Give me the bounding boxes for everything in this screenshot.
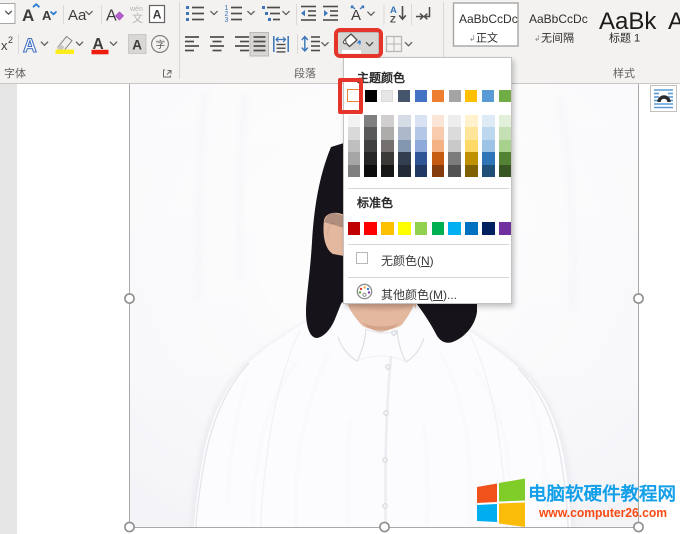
svg-text:A: A xyxy=(22,6,34,25)
svg-text:A: A xyxy=(132,38,142,53)
svg-text:A: A xyxy=(42,8,52,23)
svg-text:A: A xyxy=(668,8,680,35)
svg-text:字: 字 xyxy=(156,39,166,51)
svg-text:wén: wén xyxy=(129,6,143,13)
svg-text:2: 2 xyxy=(8,35,13,45)
svg-text:A: A xyxy=(23,36,37,57)
svg-text:样式: 样式 xyxy=(613,66,635,80)
svg-text:标题 1: 标题 1 xyxy=(609,31,640,45)
svg-text:AaBbCcDc: AaBbCcDc xyxy=(459,12,518,26)
svg-text:文: 文 xyxy=(132,11,143,25)
svg-text:3: 3 xyxy=(225,17,229,24)
svg-text:A: A xyxy=(351,7,361,24)
svg-text:无间隔: 无间隔 xyxy=(541,32,574,45)
svg-text:AaBk: AaBk xyxy=(599,8,657,35)
svg-text:A: A xyxy=(153,8,162,22)
svg-text:字体: 字体 xyxy=(4,66,26,80)
svg-text:段落: 段落 xyxy=(294,66,316,80)
svg-text:↲: ↲ xyxy=(534,34,541,43)
svg-text:www.computer26.com: www.computer26.com xyxy=(538,505,667,520)
svg-text:电脑软硬件教程网: 电脑软硬件教程网 xyxy=(528,483,676,504)
svg-text:AaBbCcDc: AaBbCcDc xyxy=(529,12,588,26)
svg-text:Z: Z xyxy=(390,15,396,26)
svg-text:Aa: Aa xyxy=(68,7,87,24)
svg-text:x: x xyxy=(1,38,8,53)
svg-text:正文: 正文 xyxy=(476,31,498,45)
svg-text:↲: ↲ xyxy=(469,34,476,43)
